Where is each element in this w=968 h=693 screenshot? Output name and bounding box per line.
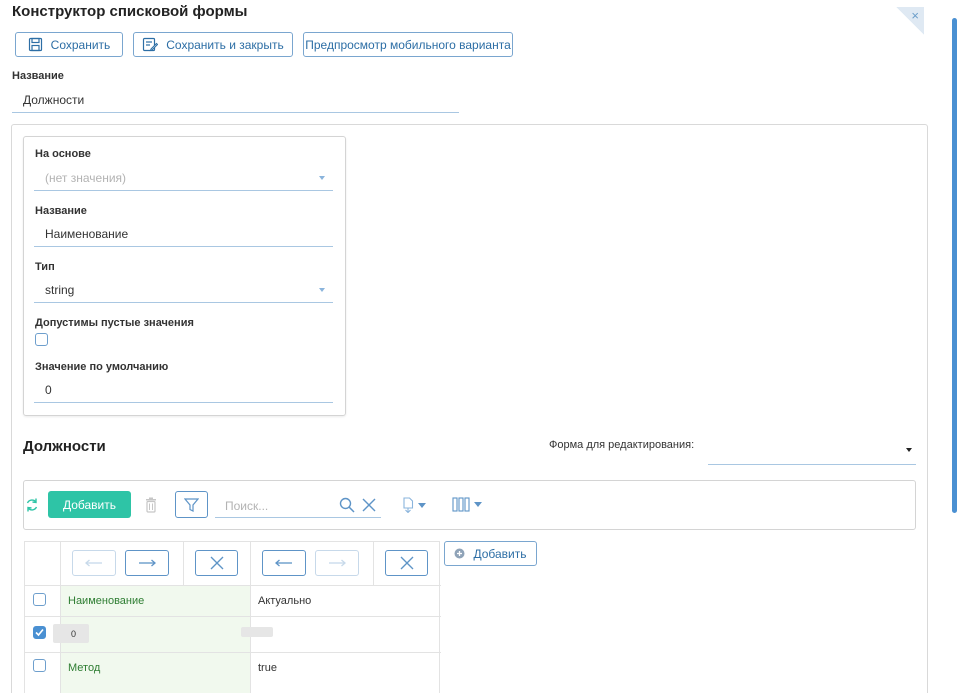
form-name-label: Название <box>12 70 64 82</box>
row-checkbox[interactable] <box>33 593 46 606</box>
row-checkbox[interactable] <box>33 659 46 672</box>
arrow-left-icon <box>275 559 292 567</box>
remove-column-button[interactable] <box>385 550 428 576</box>
filter-icon <box>184 497 199 512</box>
type-select[interactable]: string <box>34 277 333 303</box>
type-label: Тип <box>35 261 55 273</box>
search-input[interactable]: Поиск... <box>215 493 381 518</box>
chevron-down-icon <box>474 502 482 507</box>
search-placeholder: Поиск... <box>225 499 269 513</box>
save-and-close-button[interactable]: Сохранить и закрыть <box>133 32 293 57</box>
arrow-left-icon <box>85 559 102 567</box>
type-value: string <box>45 282 75 297</box>
export-icon <box>403 497 414 513</box>
edit-form-select[interactable] <box>708 440 916 465</box>
page-title: Конструктор списковой формы <box>12 3 248 20</box>
chevron-down-icon <box>418 502 426 508</box>
trash-icon[interactable] <box>145 497 157 513</box>
add-row-button[interactable]: Добавить <box>48 491 131 518</box>
close-icon <box>400 556 413 570</box>
row-cell-actual: true <box>258 662 277 674</box>
add-column-label: Добавить <box>473 546 527 561</box>
clear-search-icon[interactable] <box>362 498 376 512</box>
allow-empty-checkbox[interactable] <box>35 333 48 346</box>
columns-grid: Наименование Актуально 0 Метод true <box>24 541 441 693</box>
based-on-value: (нет значения) <box>45 170 127 185</box>
allow-empty-label: Допустимы пустые значения <box>35 317 194 329</box>
filter-button[interactable] <box>175 491 208 518</box>
save-button-label: Сохранить <box>50 37 111 52</box>
move-left-button[interactable] <box>262 550 306 576</box>
arrow-right-icon <box>329 559 346 567</box>
refresh-icon[interactable] <box>25 497 39 513</box>
save-edit-icon <box>143 37 159 52</box>
column-name-value: Наименование <box>45 226 129 241</box>
add-column-button[interactable]: Добавить <box>444 541 537 566</box>
checkmark-icon <box>35 628 44 637</box>
save-and-close-label: Сохранить и закрыть <box>166 37 284 52</box>
chevron-down-icon <box>906 448 912 452</box>
grid-toolbar: Добавить Поиск... <box>23 480 916 530</box>
default-value: 0 <box>45 382 52 397</box>
columns-menu[interactable] <box>452 497 482 512</box>
section-title: Должности <box>23 438 106 455</box>
row-checkbox[interactable] <box>33 626 46 639</box>
chevron-down-icon <box>319 288 325 292</box>
save-button[interactable]: Сохранить <box>15 32 123 57</box>
move-left-button[interactable] <box>72 550 116 576</box>
close-button[interactable]: × <box>896 7 924 35</box>
close-icon <box>210 556 223 570</box>
column-header-name[interactable]: Наименование <box>68 595 144 607</box>
row-cell-name: Метод <box>68 662 101 674</box>
search-icon[interactable] <box>339 497 355 513</box>
form-name-input[interactable]: Должности <box>12 87 459 113</box>
default-value-chip[interactable] <box>241 627 273 637</box>
move-right-button[interactable] <box>125 550 169 576</box>
move-right-button[interactable] <box>315 550 359 576</box>
remove-column-button[interactable] <box>195 550 238 576</box>
mobile-preview-label: Предпросмотр мобильного варианта <box>305 37 511 52</box>
based-on-label: На основе <box>35 148 91 160</box>
default-value-label: Значение по умолчанию <box>35 361 169 373</box>
vertical-scrollbar[interactable] <box>952 18 957 513</box>
chevron-down-icon <box>319 176 325 180</box>
add-row-label: Добавить <box>62 497 117 512</box>
columns-icon <box>452 497 470 512</box>
based-on-select[interactable]: (нет значения) <box>34 165 333 191</box>
column-name-label: Название <box>35 205 87 217</box>
column-header-actual[interactable]: Актуально <box>258 595 311 607</box>
form-name-value: Должности <box>23 92 85 107</box>
save-icon <box>28 37 42 52</box>
export-menu[interactable] <box>402 497 426 513</box>
edit-form-label: Форма для редактирования: <box>549 439 695 451</box>
arrow-right-icon <box>139 559 156 567</box>
default-value-chip[interactable]: 0 <box>53 624 89 643</box>
default-value-input[interactable]: 0 <box>34 377 333 403</box>
mobile-preview-button[interactable]: Предпросмотр мобильного варианта <box>303 32 513 57</box>
close-icon: × <box>911 8 919 23</box>
plus-circle-icon <box>454 548 465 559</box>
column-name-input[interactable]: Наименование <box>34 221 333 247</box>
